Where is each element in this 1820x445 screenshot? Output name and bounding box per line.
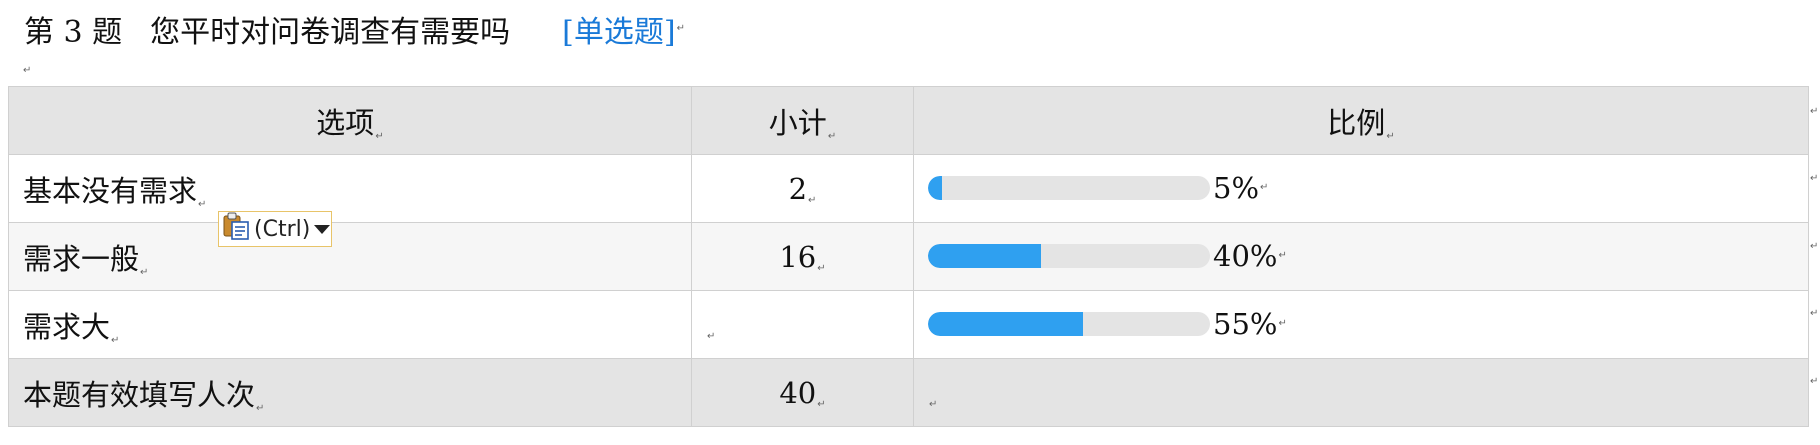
header-ratio: 比例↵ bbox=[913, 86, 1809, 155]
count-value: 16 bbox=[779, 239, 817, 274]
total-label-cell: 本题有效填写人次↵ bbox=[8, 358, 692, 427]
header-option: 选项↵ bbox=[8, 86, 692, 155]
paragraph-mark: ↵ bbox=[256, 402, 265, 414]
progress-track bbox=[928, 311, 1210, 336]
paragraph-mark: ↵ bbox=[827, 130, 837, 142]
total-count-cell: 40↵ bbox=[691, 358, 914, 427]
option-label: 需求大 bbox=[23, 309, 111, 344]
question-type-open-bracket: [ bbox=[562, 15, 574, 50]
option-cell: 需求一般↵ bbox=[8, 222, 692, 291]
question-title: 您平时对问卷调查有需要吗 bbox=[150, 15, 511, 50]
ratio-cell: 5% ↵ bbox=[913, 154, 1809, 223]
total-row: 本题有效填写人次↵ 40↵ ↵ bbox=[8, 358, 1809, 427]
paste-options-button[interactable]: (Ctrl) bbox=[218, 211, 332, 247]
header-ratio-label: 比例 bbox=[1327, 105, 1386, 140]
header-count-label: 小计 bbox=[768, 105, 827, 140]
percent-label: 55% bbox=[1213, 306, 1278, 341]
paragraph-mark: ↵ bbox=[375, 130, 384, 142]
paragraph-mark: ↵ bbox=[707, 330, 716, 342]
question-number: 第 3 题 bbox=[24, 15, 123, 50]
table-header-row: 选项↵ 小计↵ 比例↵ bbox=[8, 86, 1809, 155]
progress-fill bbox=[928, 243, 1041, 268]
percent-label: 5% bbox=[1213, 170, 1260, 205]
paragraph-mark: ↵ bbox=[817, 262, 826, 274]
paragraph-mark: ↵ bbox=[1386, 130, 1395, 142]
progress-track bbox=[928, 243, 1210, 268]
clipboard-icon bbox=[221, 211, 251, 247]
paste-options-label: (Ctrl) bbox=[254, 216, 311, 242]
row-end-mark: ↵ bbox=[1810, 241, 1819, 252]
paragraph-mark: ↵ bbox=[198, 198, 207, 210]
option-label: 需求一般 bbox=[23, 241, 140, 276]
option-cell: 基本没有需求↵ bbox=[8, 154, 692, 223]
row-end-mark: ↵ bbox=[1810, 173, 1819, 184]
table-row: 需求大↵ ↵ 55% ↵ bbox=[8, 290, 1809, 359]
ratio-bar: 55% ↵ bbox=[928, 307, 1287, 341]
header-option-label: 选项 bbox=[316, 105, 375, 140]
ratio-cell: 40% ↵ bbox=[913, 222, 1809, 291]
option-label: 基本没有需求 bbox=[23, 173, 198, 208]
paragraph-mark: ↵ bbox=[140, 266, 149, 278]
progress-fill bbox=[928, 311, 1084, 336]
percent-label: 40% bbox=[1213, 238, 1278, 273]
paragraph-mark: ↵ bbox=[23, 65, 32, 76]
total-count: 40 bbox=[779, 375, 817, 410]
ratio-cell: 55% ↵ bbox=[913, 290, 1809, 359]
total-ratio-cell: ↵ bbox=[913, 358, 1809, 427]
paragraph-mark: ↵ bbox=[111, 334, 120, 346]
results-table: 选项↵ 小计↵ 比例↵ 基本没有需求↵ 2↵ 5% ↵ 需求一般↵ 16↵ 40%… bbox=[8, 86, 1809, 427]
ratio-bar: 40% ↵ bbox=[928, 239, 1287, 273]
paragraph-mark: ↵ bbox=[1260, 181, 1269, 193]
dropdown-arrow-icon bbox=[314, 224, 331, 234]
progress-track bbox=[928, 175, 1210, 200]
paragraph-mark: ↵ bbox=[1278, 249, 1287, 261]
count-cell: 16↵ bbox=[691, 222, 914, 291]
paragraph-mark: ↵ bbox=[808, 194, 817, 206]
question-type: [单选题] bbox=[562, 7, 675, 51]
question-type-label: 单选题 bbox=[573, 15, 664, 50]
paragraph-mark: ↵ bbox=[676, 23, 685, 34]
header-count: 小计↵ bbox=[691, 86, 914, 155]
row-end-mark: ↵ bbox=[1810, 376, 1819, 387]
question-type-close-bracket: ] bbox=[663, 15, 676, 50]
row-end-mark: ↵ bbox=[1810, 308, 1819, 319]
count-value: 2 bbox=[788, 171, 808, 206]
count-cell: ↵ bbox=[691, 290, 914, 359]
paragraph-mark: ↵ bbox=[817, 398, 826, 410]
option-cell: 需求大↵ bbox=[8, 290, 692, 359]
row-end-mark: ↵ bbox=[1810, 106, 1819, 117]
paragraph-mark: ↵ bbox=[1278, 317, 1287, 329]
count-cell: 2↵ bbox=[691, 154, 914, 223]
paragraph-mark: ↵ bbox=[929, 398, 938, 410]
progress-fill bbox=[928, 175, 943, 200]
question-heading: 第 3 题 您平时对问卷调查有需要吗 [单选题] ↵ bbox=[24, 6, 685, 52]
total-label: 本题有效填写人次 bbox=[23, 377, 256, 412]
ratio-bar: 5% ↵ bbox=[928, 171, 1268, 205]
